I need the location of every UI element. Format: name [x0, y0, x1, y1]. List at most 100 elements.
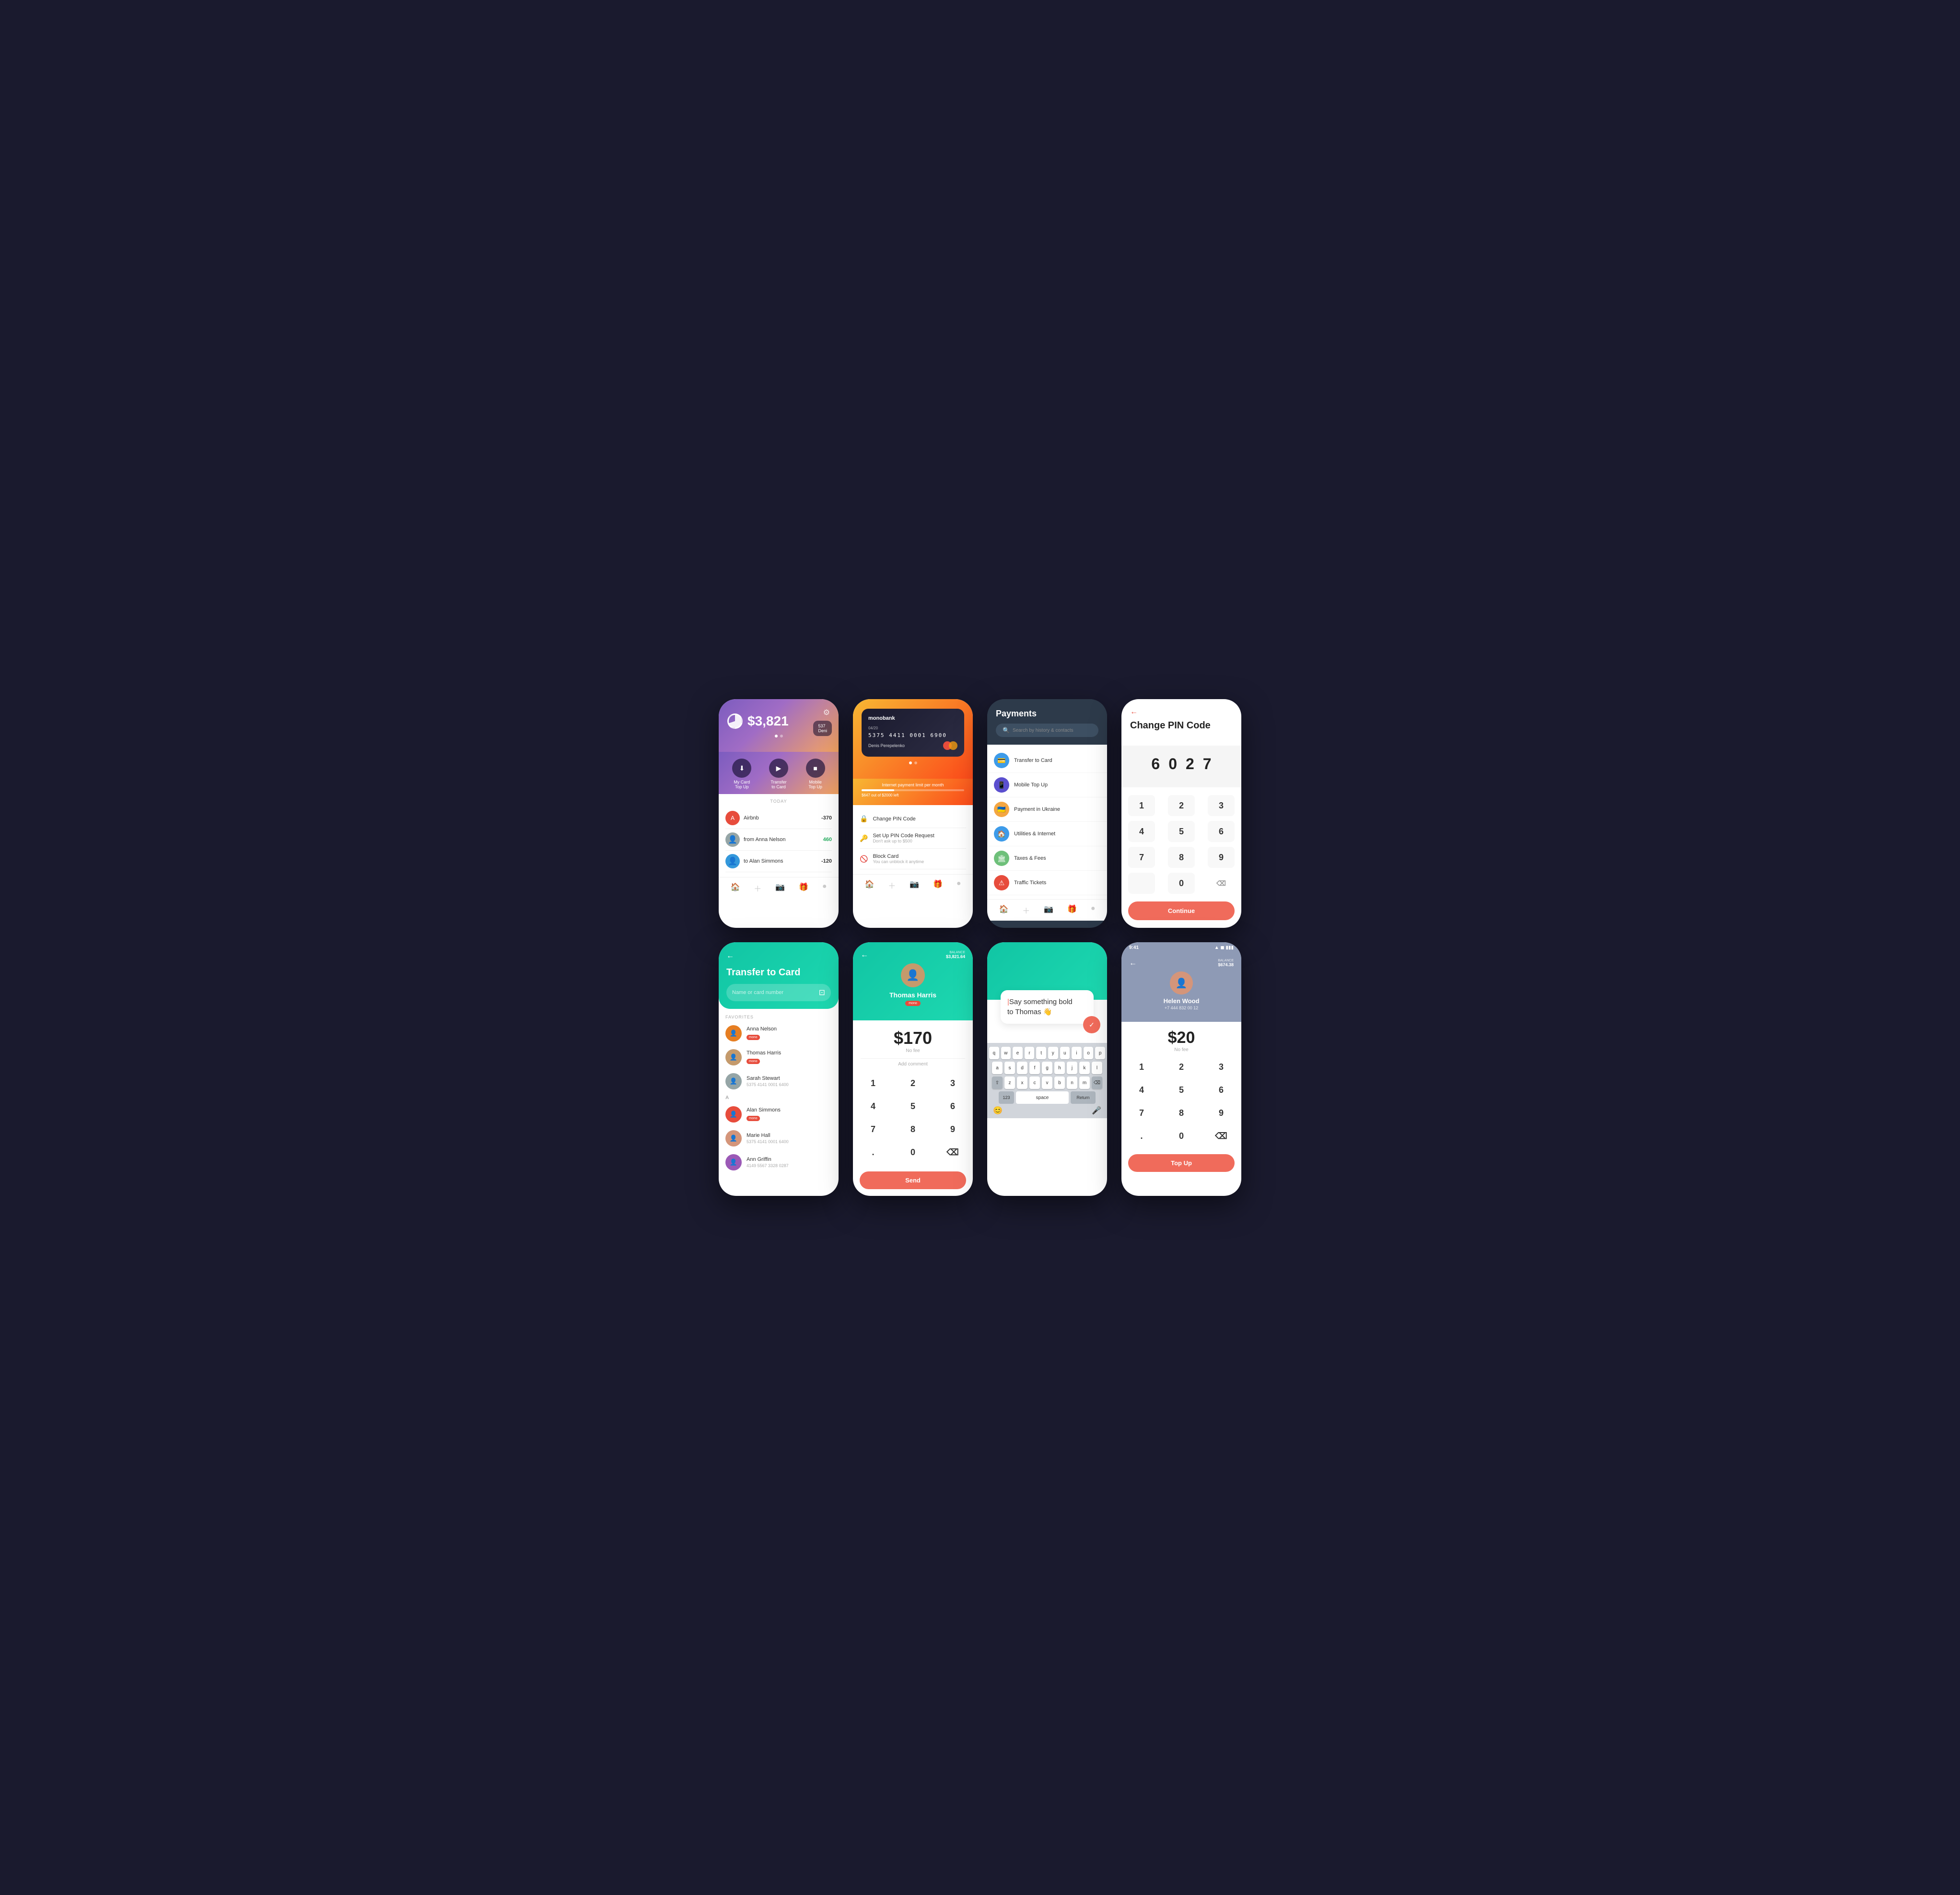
key-9[interactable]: 9 [1208, 1103, 1235, 1123]
gear-icon[interactable]: ⚙ [823, 708, 830, 717]
key-8[interactable]: 8 [1168, 1103, 1195, 1123]
key-1[interactable]: 1 [1128, 795, 1155, 816]
gift-icon[interactable]: 🎁 [933, 879, 943, 891]
emoji-icon[interactable]: 😊 [993, 1106, 1003, 1115]
camera-icon[interactable]: 📷 [1044, 904, 1053, 916]
key-z[interactable]: z [1004, 1076, 1015, 1089]
key-p[interactable]: p [1095, 1047, 1105, 1059]
key-8[interactable]: 8 [1168, 847, 1195, 868]
card-input[interactable]: Name or card number ⊡ [726, 984, 831, 1001]
camera-icon[interactable]: 📷 [910, 879, 919, 891]
back-button[interactable]: ← [1129, 959, 1137, 968]
key-2[interactable]: 2 [899, 1074, 926, 1093]
key-5[interactable]: 5 [1168, 821, 1195, 842]
key-u[interactable]: u [1060, 1047, 1070, 1059]
key-6[interactable]: 6 [1208, 1080, 1235, 1100]
plus-icon[interactable]: ＋ [888, 879, 896, 891]
key-2[interactable]: 2 [1168, 1057, 1195, 1076]
key-1[interactable]: 1 [1128, 1057, 1155, 1076]
key-q[interactable]: q [989, 1047, 999, 1059]
key-delete[interactable]: ⌫ [939, 1143, 966, 1162]
key-j[interactable]: j [1067, 1062, 1077, 1074]
key-3[interactable]: 3 [1208, 1057, 1235, 1076]
key-6[interactable]: 6 [1208, 821, 1235, 842]
key-space[interactable]: space [1016, 1091, 1069, 1104]
key-4[interactable]: 4 [1128, 821, 1155, 842]
payment-ukraine[interactable]: 🇺🇦 Payment in Ukraine [987, 797, 1107, 822]
key-b[interactable]: b [1054, 1076, 1065, 1089]
contact-anna[interactable]: 👤 Anna Nelson mono [719, 1021, 839, 1045]
home-icon[interactable]: 🏠 [999, 904, 1008, 916]
key-k[interactable]: k [1079, 1062, 1090, 1074]
transfer-to-card-button[interactable]: ▶ Transferto Card [769, 759, 788, 789]
profile-icon[interactable]: ● [957, 879, 961, 891]
key-r[interactable]: r [1025, 1047, 1035, 1059]
key-a[interactable]: a [992, 1062, 1003, 1074]
key-e[interactable]: e [1013, 1047, 1023, 1059]
my-card-topup-button[interactable]: ⬇ My CardTop Up [732, 759, 751, 789]
key-s[interactable]: s [1004, 1062, 1015, 1074]
contact-ann[interactable]: 👤 Ann Griffin 4149 5567 3328 0287 [719, 1150, 839, 1174]
gift-icon[interactable]: 🎁 [799, 882, 808, 894]
continue-button[interactable]: Continue [1128, 901, 1235, 920]
key-7[interactable]: 7 [1128, 1103, 1155, 1123]
payment-traffic[interactable]: ⚠ Traffic Tickets [987, 871, 1107, 895]
payment-taxes[interactable]: 🏛 Taxes & Fees [987, 846, 1107, 871]
send-button[interactable]: ✓ [1083, 1016, 1100, 1033]
key-x[interactable]: x [1017, 1076, 1027, 1089]
back-button[interactable]: ← [726, 952, 831, 960]
key-0[interactable]: 0 [1168, 873, 1195, 894]
contact-marie[interactable]: 👤 Marie Hall 5375 4141 0001 6400 [719, 1126, 839, 1150]
setup-pin-item[interactable]: 🔑 Set Up PIN Code Request Don't ask up t… [860, 828, 966, 849]
key-c[interactable]: c [1029, 1076, 1040, 1089]
key-8[interactable]: 8 [899, 1120, 926, 1139]
scan-icon[interactable]: ⊡ [819, 988, 825, 997]
back-button[interactable]: ← [1130, 708, 1233, 716]
key-i[interactable]: i [1072, 1047, 1082, 1059]
payment-mobile-topup[interactable]: 📱 Mobile Top Up [987, 773, 1107, 797]
key-h[interactable]: h [1054, 1062, 1065, 1074]
key-9[interactable]: 9 [1208, 847, 1235, 868]
payment-utilities[interactable]: 🏠 Utilities & Internet [987, 822, 1107, 846]
contact-alan[interactable]: 👤 Alan Simmons mono [719, 1102, 839, 1126]
key-7[interactable]: 7 [860, 1120, 887, 1139]
key-6[interactable]: 6 [939, 1097, 966, 1116]
key-3[interactable]: 3 [1208, 795, 1235, 816]
key-9[interactable]: 9 [939, 1120, 966, 1139]
key-backspace[interactable]: ⌫ [1092, 1076, 1102, 1089]
search-bar[interactable]: 🔍 Search by history & contacts [996, 724, 1098, 737]
key-dot[interactable]: . [1128, 1126, 1155, 1146]
key-delete[interactable]: ⌫ [1208, 1126, 1235, 1146]
mic-icon[interactable]: 🎤 [1092, 1106, 1101, 1115]
change-pin-item[interactable]: 🔒 Change PIN Code [860, 810, 966, 828]
key-l[interactable]: l [1092, 1062, 1102, 1074]
key-1[interactable]: 1 [860, 1074, 887, 1093]
key-123[interactable]: 123 [999, 1091, 1014, 1104]
key-f[interactable]: f [1029, 1062, 1040, 1074]
block-card-item[interactable]: 🚫 Block Card You can unblock it anytime [860, 849, 966, 869]
home-icon[interactable]: 🏠 [864, 879, 874, 891]
key-5[interactable]: 5 [899, 1097, 926, 1116]
plus-icon[interactable]: ＋ [1022, 904, 1030, 916]
key-return[interactable]: Return [1071, 1091, 1096, 1104]
key-o[interactable]: o [1084, 1047, 1094, 1059]
key-w[interactable]: w [1001, 1047, 1011, 1059]
plus-icon[interactable]: ＋ [754, 882, 761, 894]
home-icon[interactable]: 🏠 [730, 882, 740, 894]
mobile-topup-button[interactable]: ■ MobileTop Up [806, 759, 825, 789]
key-g[interactable]: g [1042, 1062, 1052, 1074]
key-3[interactable]: 3 [939, 1074, 966, 1093]
profile-icon[interactable]: ● [1091, 904, 1096, 916]
topup-button[interactable]: Top Up [1128, 1154, 1235, 1172]
key-v[interactable]: v [1042, 1076, 1052, 1089]
key-4[interactable]: 4 [860, 1097, 887, 1116]
key-t[interactable]: t [1036, 1047, 1046, 1059]
key-shift[interactable]: ⇧ [992, 1076, 1003, 1089]
key-0[interactable]: 0 [899, 1143, 926, 1162]
camera-icon[interactable]: 📷 [775, 882, 785, 894]
add-comment[interactable]: Add comment [861, 1058, 965, 1072]
key-n[interactable]: n [1067, 1076, 1077, 1089]
payment-transfer-card[interactable]: 💳 Transfer to Card [987, 749, 1107, 773]
contact-sarah[interactable]: 👤 Sarah Stewart 5375 4141 0001 6400 [719, 1069, 839, 1093]
gift-icon[interactable]: 🎁 [1067, 904, 1077, 916]
